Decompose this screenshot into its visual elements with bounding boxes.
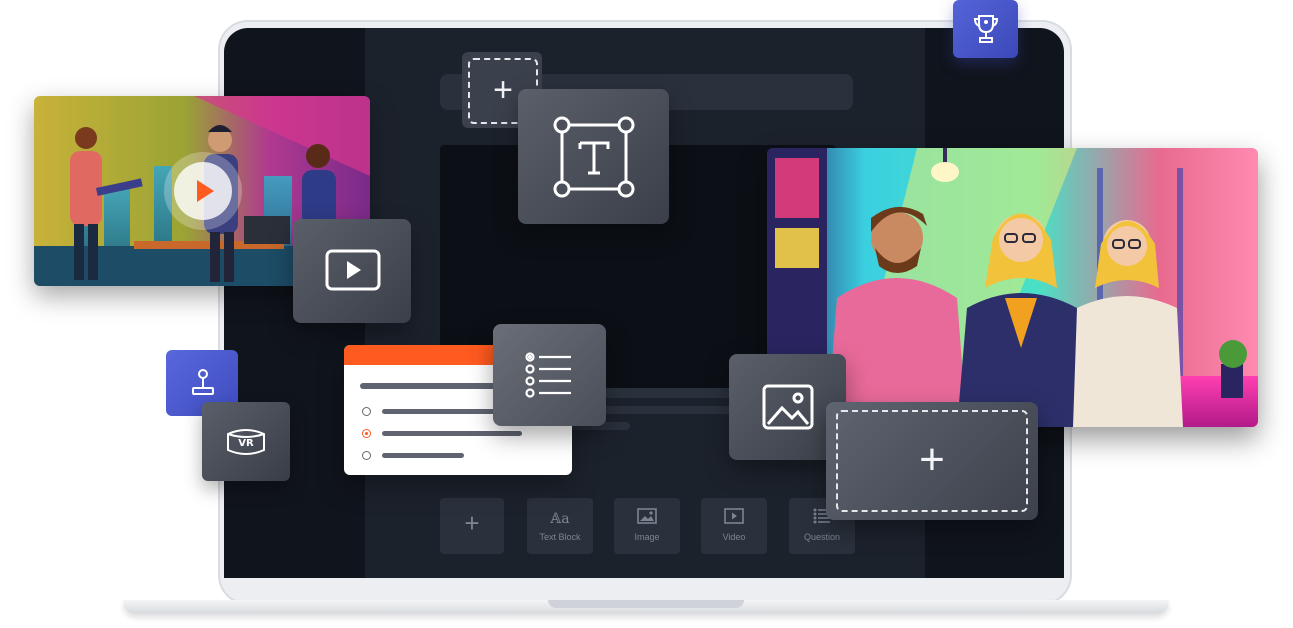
plus-icon: + [836, 410, 1028, 512]
checklist-icon [525, 352, 571, 398]
add-block-button[interactable]: + [440, 498, 504, 554]
plus-icon: + [464, 508, 480, 538]
video-element-card[interactable] [293, 219, 411, 323]
video-icon [325, 249, 381, 291]
text-frame-icon [553, 116, 635, 198]
option-text-placeholder [382, 409, 502, 414]
trophy-badge [953, 0, 1018, 58]
radio-icon [362, 451, 371, 460]
trophy-icon [973, 15, 999, 43]
add-element-large-button[interactable]: + [826, 402, 1038, 520]
svg-text:VR: VR [238, 438, 254, 449]
video-block-button[interactable]: Video [701, 498, 767, 554]
image-label: Image [634, 532, 660, 542]
vr-headset-icon: VR [227, 429, 265, 455]
image-icon [762, 384, 814, 430]
vr-badge: VR [202, 402, 290, 481]
radio-icon [362, 407, 371, 416]
text-block-button[interactable]: 𝔸a Text Block [527, 498, 593, 554]
video-icon [701, 508, 767, 530]
laptop-notch [548, 600, 744, 608]
option-text-placeholder [382, 453, 464, 458]
joystick-icon [192, 369, 214, 395]
video-label: Video [722, 532, 746, 542]
radio-selected-icon [362, 429, 371, 438]
play-icon[interactable] [174, 162, 232, 220]
option-text-placeholder [382, 431, 522, 436]
quiz-title-placeholder [360, 383, 512, 389]
checklist-element-card[interactable] [493, 324, 606, 426]
question-label: Question [803, 532, 841, 542]
text-block-label: Text Block [539, 532, 581, 542]
image-block-button[interactable]: Image [614, 498, 680, 554]
text-element-card[interactable] [518, 89, 669, 224]
image-icon [614, 508, 680, 530]
text-block-icon: 𝔸a [550, 511, 570, 527]
